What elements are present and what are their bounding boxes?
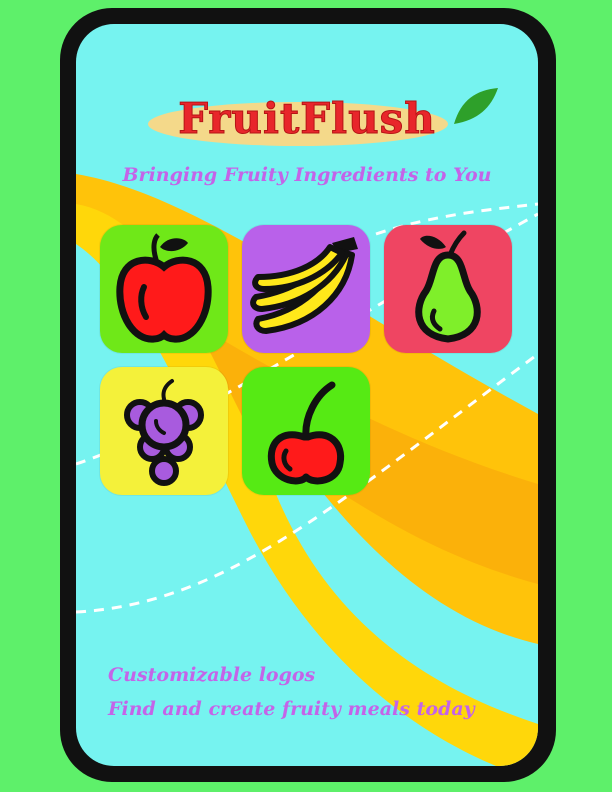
apple-icon [116,233,212,343]
banana-tile[interactable] [242,225,370,353]
banana-icon [250,237,358,334]
app-title: FruitFlush [178,94,436,144]
footer-line-meals: Find and create fruity meals today [108,698,475,720]
cherry-icon [267,381,345,485]
app-screen: FruitFlush Bringing Fruity Ingredients t… [76,24,538,766]
grapes-icon [124,379,204,486]
cherry-tile[interactable] [242,367,370,495]
footer-line-logos: Customizable logos [108,664,316,686]
pear-icon [415,230,481,343]
phone-frame: FruitFlush Bringing Fruity Ingredients t… [60,8,556,782]
grapes-tile[interactable] [100,367,228,495]
tagline: Bringing Fruity Ingredients to You [122,164,492,186]
pear-tile[interactable] [384,225,512,353]
apple-tile[interactable] [100,225,228,353]
